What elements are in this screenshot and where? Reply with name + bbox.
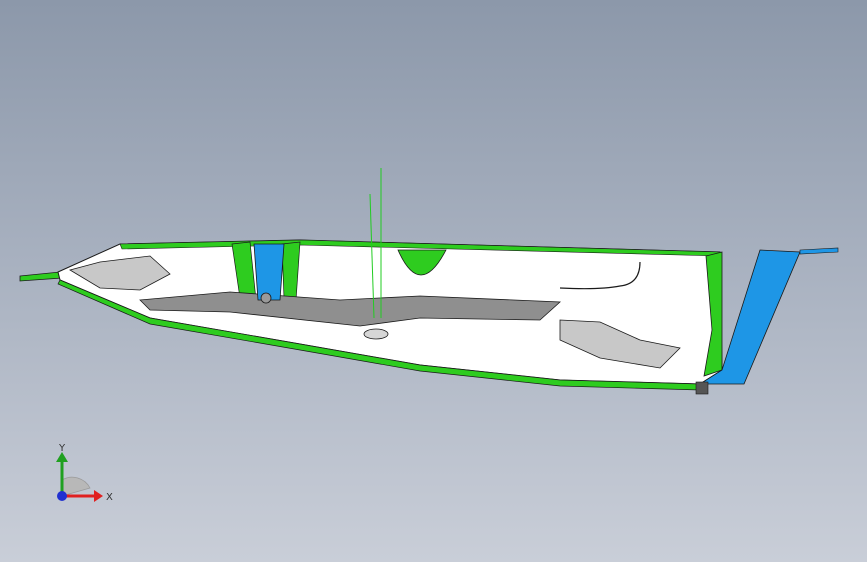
axis-triad: Y X bbox=[56, 443, 113, 503]
y-axis-label: Y bbox=[58, 443, 66, 454]
z-axis-dot bbox=[57, 491, 67, 501]
graphics-viewport[interactable]: Y X bbox=[0, 0, 867, 562]
floor-hole[interactable] bbox=[363, 328, 389, 340]
blue-bracket[interactable] bbox=[253, 243, 285, 301]
3d-model-view[interactable] bbox=[0, 0, 867, 562]
bolt-nut[interactable] bbox=[260, 292, 272, 304]
bottom-bolt[interactable] bbox=[695, 381, 709, 395]
left-flange[interactable] bbox=[19, 271, 63, 282]
x-axis-label: X bbox=[106, 492, 113, 503]
x-axis-arrow bbox=[94, 490, 103, 502]
right-tab[interactable] bbox=[799, 247, 839, 255]
triad-rotation-arc bbox=[61, 476, 91, 497]
